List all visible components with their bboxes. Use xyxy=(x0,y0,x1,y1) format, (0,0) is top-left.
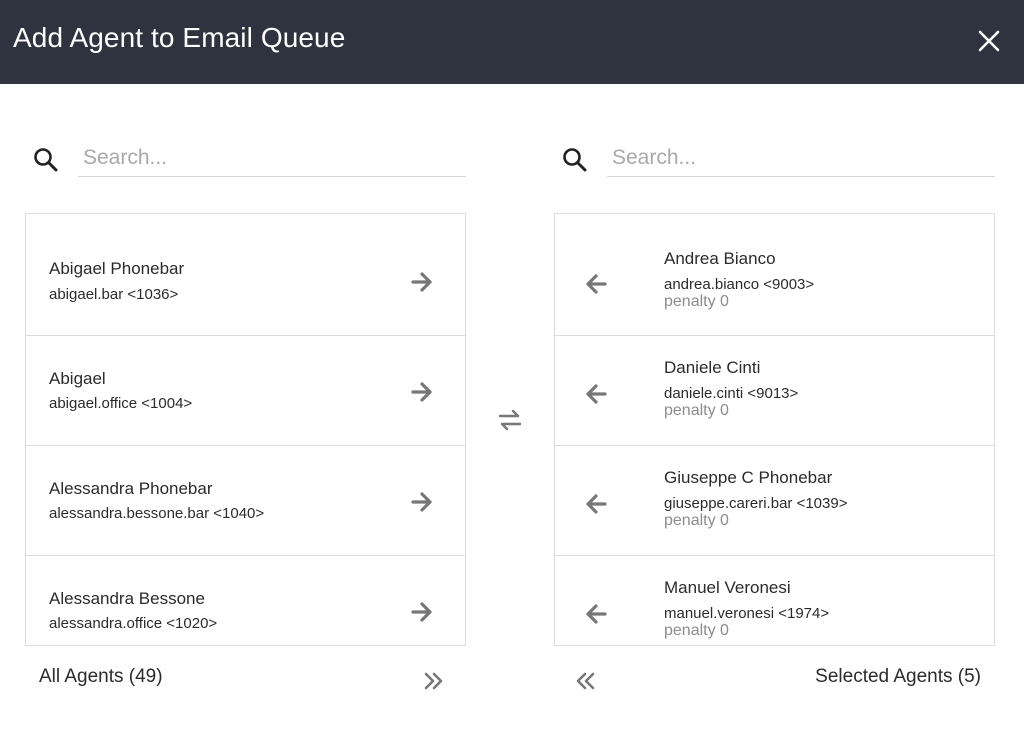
dialog-title: Add Agent to Email Queue xyxy=(13,22,346,53)
agent-penalty: penalty 0 xyxy=(664,622,729,639)
list-item[interactable]: Andrea Bianco andrea.bianco <9003> penal… xyxy=(555,214,994,336)
arrow-right-icon[interactable] xyxy=(410,269,436,295)
agent-name: Abigael xyxy=(49,369,106,388)
agent-username: giuseppe.careri.bar <1039> xyxy=(664,495,848,512)
agent-name: Alessandra Phonebar xyxy=(49,479,213,498)
agent-penalty: penalty 0 xyxy=(664,512,729,529)
agent-username: daniele.cinti <9013> xyxy=(664,385,799,402)
agent-username: abigael.bar <1036> xyxy=(49,286,179,303)
agent-username: abigael.office <1004> xyxy=(49,395,193,412)
arrow-left-icon[interactable] xyxy=(582,491,608,517)
selected-agents-list[interactable]: Andrea Bianco andrea.bianco <9003> penal… xyxy=(554,213,995,646)
arrow-right-icon[interactable] xyxy=(410,379,436,405)
agent-name: Abigael Phonebar xyxy=(49,259,185,278)
right-search xyxy=(561,140,995,178)
agent-username: andrea.bianco <9003> xyxy=(664,276,815,293)
double-chevron-right-icon[interactable] xyxy=(422,669,446,693)
agent-username: alessandra.office <1020> xyxy=(49,615,218,632)
left-search xyxy=(32,140,466,178)
arrow-left-icon[interactable] xyxy=(582,601,608,627)
arrow-left-icon[interactable] xyxy=(582,271,608,297)
agent-name: Andrea Bianco xyxy=(664,249,776,268)
all-agents-count: All Agents (49) xyxy=(39,666,163,687)
all-agents-list[interactable]: Abigael Phonebar abigael.bar <1036> Abig… xyxy=(25,213,466,646)
selected-agents-count: Selected Agents (5) xyxy=(815,666,981,687)
arrow-right-icon[interactable] xyxy=(410,489,436,515)
agent-name: Giuseppe C Phonebar xyxy=(664,468,833,487)
search-icon xyxy=(563,148,587,172)
dialog-header: Add Agent to Email Queue xyxy=(0,0,1024,84)
search-icon xyxy=(34,148,58,172)
list-item[interactable]: Giuseppe C Phonebar giuseppe.careri.bar … xyxy=(555,446,994,556)
agent-name: Manuel Veronesi xyxy=(664,578,791,597)
agent-username: manuel.veronesi <1974> xyxy=(664,605,830,622)
list-item[interactable]: Manuel Veronesi manuel.veronesi <1974> p… xyxy=(555,556,994,645)
list-item[interactable]: Alessandra Phonebar alessandra.bessone.b… xyxy=(26,446,465,556)
agent-penalty: penalty 0 xyxy=(664,293,729,310)
swap-arrows-icon[interactable] xyxy=(496,408,524,432)
list-item[interactable]: Daniele Cinti daniele.cinti <9013> penal… xyxy=(555,336,994,446)
list-item[interactable]: Alessandra Bessone alessandra.office <10… xyxy=(26,556,465,645)
list-item[interactable]: Abigael Phonebar abigael.bar <1036> xyxy=(26,214,465,336)
close-button[interactable] xyxy=(972,24,1006,58)
agent-penalty: penalty 0 xyxy=(664,402,729,419)
agent-name: Daniele Cinti xyxy=(664,358,761,377)
agent-username: alessandra.bessone.bar <1040> xyxy=(49,505,265,522)
agent-name: Alessandra Bessone xyxy=(49,589,205,608)
left-search-input[interactable] xyxy=(78,140,466,177)
right-search-input[interactable] xyxy=(607,140,995,177)
close-icon[interactable] xyxy=(977,29,1001,53)
double-chevron-left-icon[interactable] xyxy=(573,669,597,693)
list-item[interactable]: Abigael abigael.office <1004> xyxy=(26,336,465,446)
arrow-right-icon[interactable] xyxy=(410,599,436,625)
arrow-left-icon[interactable] xyxy=(582,381,608,407)
